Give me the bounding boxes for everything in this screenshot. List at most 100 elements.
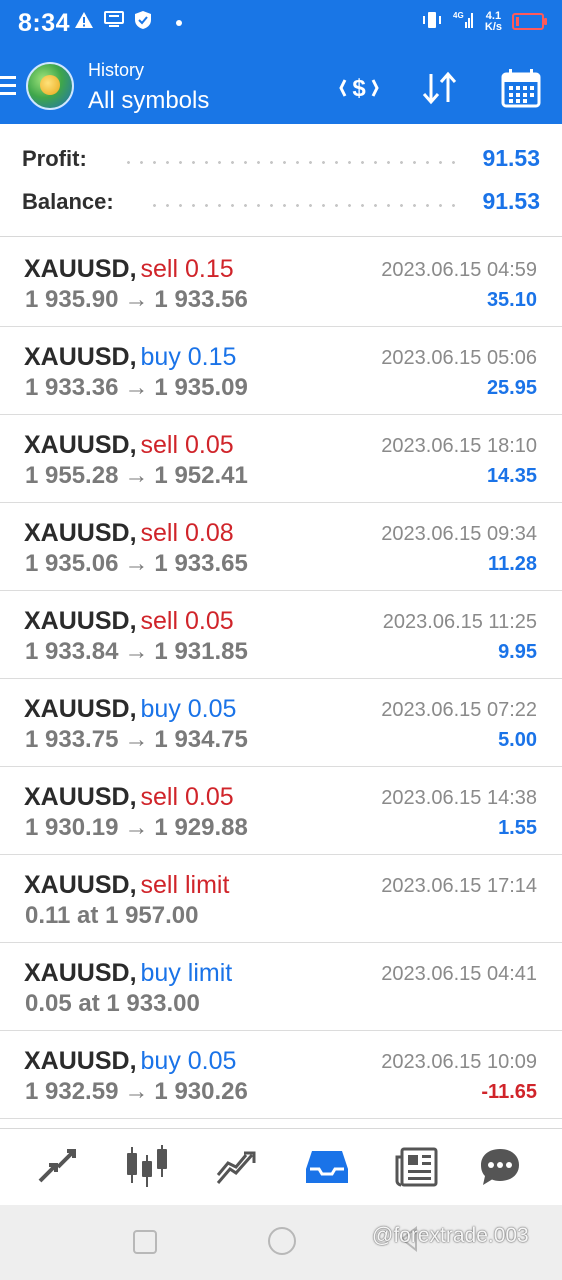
deal-time: 2023.06.15 04:41 [381, 963, 537, 985]
symbol-name: XAUUSD, [24, 959, 137, 987]
deal-row[interactable]: XAUUSD, buy 0.05 1 932.59 → 1 930.26 2023.06.… [0, 1031, 562, 1119]
history-icon[interactable] [302, 1143, 352, 1191]
trade-icon[interactable] [212, 1143, 262, 1191]
symbol-name: XAUUSD, [24, 255, 137, 283]
symbol-name: XAUUSD, [24, 343, 137, 371]
network-speed: 4.1 K/s [484, 9, 502, 33]
shield-icon [134, 10, 152, 35]
arrow-icon: → [124, 286, 149, 313]
deal-symbol: XAUUSD, buy 0.05 [24, 1047, 236, 1076]
network-speed-value: 4.1 [485, 9, 502, 22]
deal-symbol: XAUUSD, buy 0.15 [24, 343, 236, 372]
deal-row[interactable]: XAUUSD, sell 0.05 1 955.28 → 1 952.41 2023.06… [0, 415, 562, 503]
deal-row[interactable]: XAUUSD, buy 0.15 1 933.36 → 1 935.09 2023.06.… [0, 327, 562, 415]
deal-time: 2023.06.15 14:38 [381, 787, 537, 809]
deal-profit: 9.95 [498, 641, 537, 663]
status-time: 8:34 [18, 9, 71, 37]
deal-prices: 1 933.84 → 1 931.85 [25, 638, 248, 666]
close-price: 1 952.41 [154, 462, 248, 489]
close-price: 1 931.85 [154, 638, 248, 665]
deal-side: sell limit [140, 871, 230, 899]
symbol-name: XAUUSD, [24, 607, 137, 635]
deal-profit: 25.95 [486, 377, 537, 399]
exchange-dollar-icon[interactable]: $ [337, 68, 381, 108]
deal-prices: 1 933.36 → 1 935.09 [25, 374, 248, 402]
battery-icon [512, 13, 547, 30]
open-price: 1 955.28 [25, 462, 119, 489]
chart-icon[interactable] [122, 1143, 172, 1191]
close-price: 1 929.88 [154, 814, 248, 841]
deal-row[interactable]: XAUUSD, sell 0.05 1 933.84 → 1 931.85 2023.06… [0, 591, 562, 679]
deal-row[interactable]: XAUUSD, sell 0.05 1 930.19 → 1 929.88 2023.06… [0, 767, 562, 855]
app-bar: History All symbols $ [0, 50, 562, 124]
deal-prices: 1 930.19 → 1 929.88 [25, 814, 248, 842]
deal-row[interactable]: XAUUSD, buy limit 0.05 at 1 933.00 2023.06.… [0, 943, 562, 1031]
summary-panel: Profit: 91.53 Balance: 91.53 [0, 124, 562, 237]
deal-prices: 0.11 at 1 957.00 [25, 902, 210, 930]
deal-symbol: XAUUSD, buy limit [24, 959, 232, 988]
arrow-icon: → [124, 462, 149, 489]
deal-side: buy 0.05 [140, 695, 237, 723]
notification-dot-icon [176, 19, 182, 26]
arrow-icon: → [124, 1078, 149, 1105]
deal-time: 2023.06.15 17:14 [381, 875, 537, 897]
deal-side: sell 0.08 [140, 519, 234, 547]
close-price: 1 935.09 [154, 374, 248, 401]
deal-row[interactable]: XAUUSD, sell 0.08 1 935.06 → 1 933.65 2023.06… [0, 503, 562, 591]
recent-apps-icon[interactable] [133, 1230, 157, 1254]
chat-icon[interactable] [475, 1143, 525, 1191]
deal-side: sell 0.05 [140, 783, 234, 811]
watermark: @forextrade.003 [372, 1224, 529, 1247]
open-price: 1 932.59 [25, 1078, 119, 1105]
arrow-icon: → [124, 550, 149, 577]
signal-icon: 4G [453, 10, 475, 33]
warning-icon [74, 11, 94, 34]
deal-side: buy limit [140, 959, 233, 987]
home-icon[interactable] [268, 1227, 296, 1255]
deal-prices: 0.05 at 1 933.00 [25, 990, 212, 1018]
deal-time: 2023.06.15 11:25 [382, 611, 537, 633]
quotes-icon[interactable] [32, 1143, 82, 1191]
menu-icon[interactable] [0, 76, 16, 98]
leader-dots [122, 161, 462, 164]
status-right: 4G 4.1 K/s [421, 9, 547, 33]
network-speed-unit: K/s [484, 20, 502, 33]
symbol-name: XAUUSD, [24, 431, 137, 459]
open-price: 1 933.75 [25, 726, 119, 753]
deal-prices: 1 955.28 → 1 952.41 [25, 462, 248, 490]
deal-time: 2023.06.15 07:22 [381, 699, 537, 721]
deal-side: sell 0.05 [140, 431, 234, 459]
header-title[interactable]: All symbols [88, 87, 209, 115]
news-icon[interactable] [392, 1143, 442, 1191]
close-price: 1 933.56 [154, 286, 248, 313]
deal-profit: 1.55 [498, 817, 537, 839]
deal-symbol: XAUUSD, sell 0.05 [24, 783, 234, 812]
deal-symbol: XAUUSD, sell 0.05 [24, 431, 234, 460]
deal-symbol: XAUUSD, buy 0.05 [24, 695, 236, 724]
open-price: 1 930.19 [25, 814, 119, 841]
signal-label: 4G [453, 11, 464, 20]
sort-icon[interactable] [418, 68, 462, 108]
close-price: 1 934.75 [154, 726, 248, 753]
deal-prices: 1 933.75 → 1 934.75 [25, 726, 248, 754]
header-subtitle: History [88, 60, 145, 80]
calendar-icon[interactable] [499, 68, 543, 108]
deal-side: buy 0.05 [140, 1047, 237, 1075]
profit-label: Profit: [22, 146, 87, 171]
balance-label: Balance: [22, 189, 114, 214]
symbol-name: XAUUSD, [24, 871, 137, 899]
profit-value: 91.53 [482, 145, 540, 171]
symbol-name: XAUUSD, [24, 1047, 137, 1075]
arrow-icon: → [124, 726, 149, 753]
deal-profit: 35.10 [486, 289, 537, 311]
deal-row[interactable]: XAUUSD, sell 0.15 1 935.90 → 1 933.56 2023.06… [0, 239, 562, 327]
deal-profit: 11.28 [488, 553, 537, 575]
leader-dots [148, 204, 464, 207]
deals-list: XAUUSD, sell 0.15 1 935.90 → 1 933.56 2023.06… [0, 239, 562, 1119]
vibrate-icon [421, 11, 443, 32]
deal-row[interactable]: XAUUSD, buy 0.05 1 933.75 → 1 934.75 2023.06.… [0, 679, 562, 767]
deal-time: 2023.06.15 09:34 [381, 523, 537, 545]
app-logo[interactable] [26, 62, 74, 110]
symbol-name: XAUUSD, [24, 519, 137, 547]
deal-row[interactable]: XAUUSD, sell limit 0.11 at 1 957.00 2023.06… [0, 855, 562, 943]
